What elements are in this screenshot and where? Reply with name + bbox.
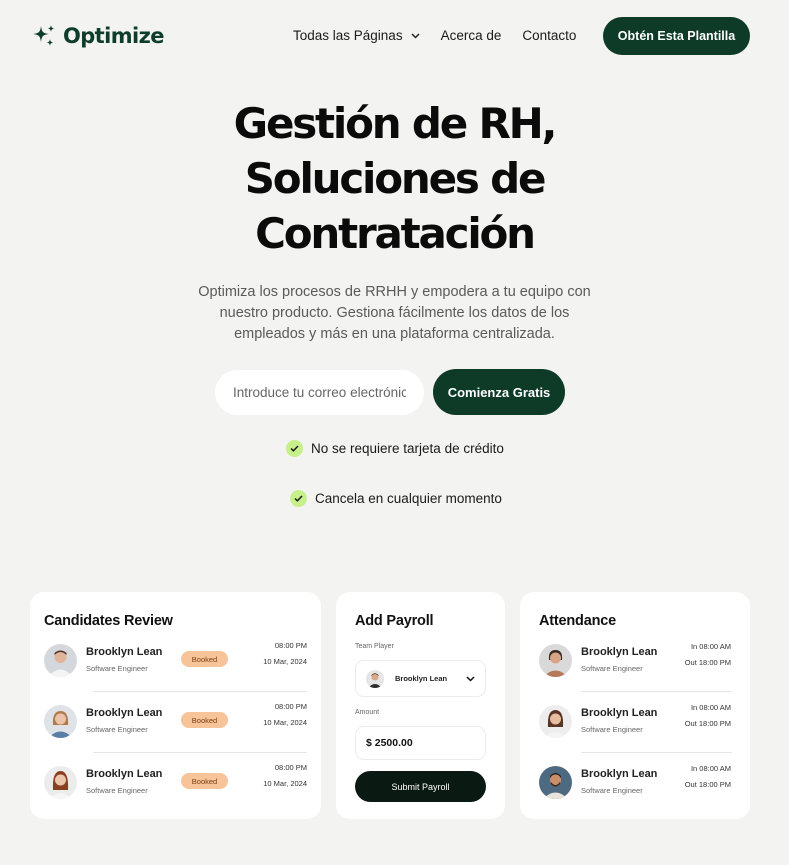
attendance-row[interactable]: Brooklyn Lean Software Engineer In 08:00… [539, 764, 731, 806]
candidate-role: Software Engineer [86, 786, 148, 795]
card-title: Candidates Review [44, 613, 173, 629]
check-icon [286, 440, 303, 457]
candidates-review-card: Candidates Review Brooklyn Lean Software… [30, 592, 321, 819]
submit-payroll-button[interactable]: Submit Payroll [355, 771, 486, 802]
check-in-time: In 08:00 AM [690, 703, 731, 712]
employee-name: Brooklyn Lean [581, 646, 658, 658]
team-player-label: Team Player [355, 643, 394, 650]
candidate-date: 10 Mar, 2024 [263, 718, 307, 727]
nav-link-contact[interactable]: Contacto [522, 28, 576, 43]
nav-link-about[interactable]: Acerca de [441, 28, 502, 43]
add-payroll-card: Add Payroll Team Player Brooklyn Lean Am… [336, 592, 505, 819]
nav-links: Todas las Páginas Acerca de Contacto [293, 28, 576, 43]
amount-input[interactable]: $ 2500.00 [355, 726, 486, 760]
candidate-name: Brooklyn Lean [86, 707, 163, 719]
sparkle-logo-icon [33, 25, 55, 46]
status-badge: Booked [181, 651, 228, 667]
get-template-button[interactable]: Obtén Esta Plantilla [603, 17, 750, 55]
avatar [44, 705, 77, 738]
nav-link-label: Todas las Páginas [293, 28, 403, 43]
status-badge: Booked [181, 712, 228, 728]
avatar [539, 644, 572, 677]
hero-subtitle: Optimiza los procesos de RRHH y empodera… [185, 282, 604, 345]
candidate-time: 08:00 PM [274, 641, 307, 650]
check-cancel-anytime: Cancela en cualquier momento [290, 490, 502, 507]
divider [93, 752, 307, 753]
employee-name: Brooklyn Lean [581, 768, 658, 780]
candidate-time: 08:00 PM [274, 763, 307, 772]
chevron-down-icon [411, 32, 420, 39]
candidate-row[interactable]: Brooklyn Lean Software Engineer Booked 0… [44, 641, 307, 684]
candidate-time: 08:00 PM [274, 702, 307, 711]
card-title: Attendance [539, 613, 616, 629]
candidate-role: Software Engineer [86, 664, 148, 673]
chevron-down-icon [466, 676, 475, 682]
employee-role: Software Engineer [581, 725, 643, 734]
check-label: Cancela en cualquier momento [315, 491, 502, 506]
candidate-name: Brooklyn Lean [86, 768, 163, 780]
candidate-name: Brooklyn Lean [86, 646, 163, 658]
check-out-time: Out 18:00 PM [684, 658, 731, 667]
hero-title-line: Contratación [255, 209, 536, 258]
hero-title: Gestión de RH, Soluciones de Contratació… [0, 96, 789, 261]
avatar [366, 670, 384, 688]
brand-name: Optimize [63, 24, 164, 48]
check-in-time: In 08:00 AM [690, 642, 731, 651]
check-in-time: In 08:00 AM [690, 764, 731, 773]
avatar [539, 705, 572, 738]
employee-role: Software Engineer [581, 786, 643, 795]
check-no-card: No se requiere tarjeta de crédito [286, 440, 504, 457]
candidate-date: 10 Mar, 2024 [263, 657, 307, 666]
employee-role: Software Engineer [581, 664, 643, 673]
divider [581, 752, 732, 753]
avatar [44, 766, 77, 799]
team-player-value: Brooklyn Lean [395, 674, 448, 683]
status-badge: Booked [181, 773, 228, 789]
divider [581, 691, 732, 692]
hero-title-line: Soluciones de [244, 154, 547, 203]
employee-name: Brooklyn Lean [581, 707, 658, 719]
divider [93, 691, 307, 692]
candidate-row[interactable]: Brooklyn Lean Software Engineer Booked 0… [44, 763, 307, 806]
check-out-time: Out 18:00 PM [684, 780, 731, 789]
check-icon [290, 490, 307, 507]
attendance-row[interactable]: Brooklyn Lean Software Engineer In 08:00… [539, 642, 731, 684]
card-title: Add Payroll [355, 613, 434, 629]
amount-label: Amount [355, 709, 380, 716]
candidate-date: 10 Mar, 2024 [263, 779, 307, 788]
email-input[interactable] [215, 370, 424, 415]
start-free-button[interactable]: Comienza Gratis [433, 369, 565, 415]
nav-link-all-pages[interactable]: Todas las Páginas [293, 28, 420, 43]
hero-subtitle-line: nuestro producto. Gestiona fácilmente lo… [219, 305, 570, 321]
hero-subtitle-line: empleados y más en una plataforma centra… [234, 326, 555, 342]
check-out-time: Out 18:00 PM [684, 719, 731, 728]
attendance-row[interactable]: Brooklyn Lean Software Engineer In 08:00… [539, 703, 731, 745]
nav-link-label: Contacto [522, 28, 577, 43]
nav-link-label: Acerca de [440, 28, 502, 43]
top-nav: Optimize Todas las Páginas Acerca de Con… [0, 0, 789, 72]
avatar [44, 644, 77, 677]
brand-logo[interactable]: Optimize [31, 24, 164, 48]
attendance-card: Attendance Brooklyn Lean Software Engine… [520, 592, 750, 819]
check-label: No se requiere tarjeta de crédito [311, 441, 504, 456]
candidate-row[interactable]: Brooklyn Lean Software Engineer Booked 0… [44, 702, 307, 745]
hero-title-line: Gestión de RH, [233, 99, 558, 148]
avatar [539, 766, 572, 799]
candidate-role: Software Engineer [86, 725, 148, 734]
hero-subtitle-line: Optimiza los procesos de RRHH y empodera… [198, 284, 591, 300]
team-player-select[interactable]: Brooklyn Lean [355, 660, 486, 697]
